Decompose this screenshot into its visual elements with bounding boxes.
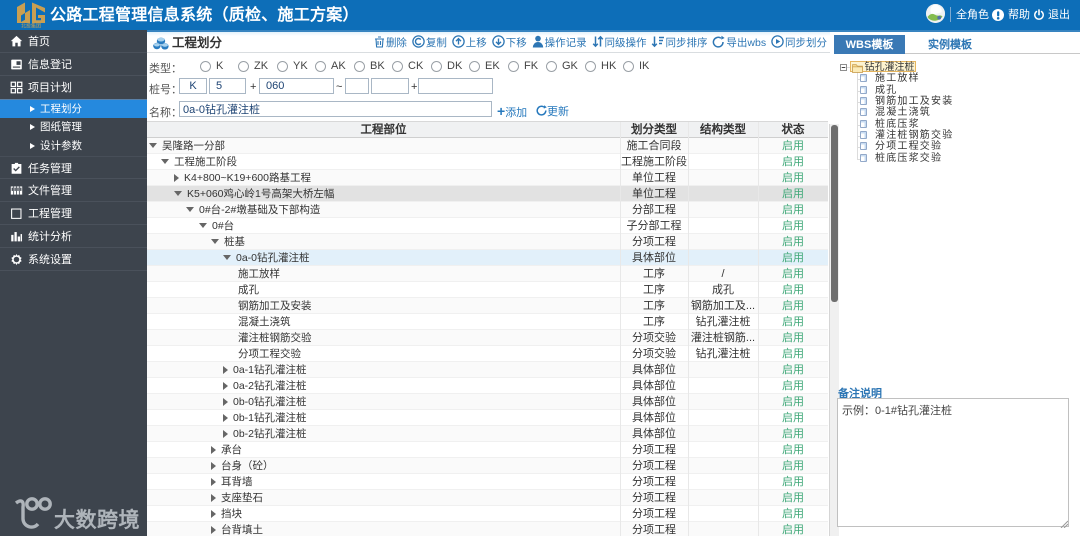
svg-text:大数跨境: 大数跨境 <box>54 508 140 532</box>
svg-text:北投集团: 北投集团 <box>21 23 41 29</box>
